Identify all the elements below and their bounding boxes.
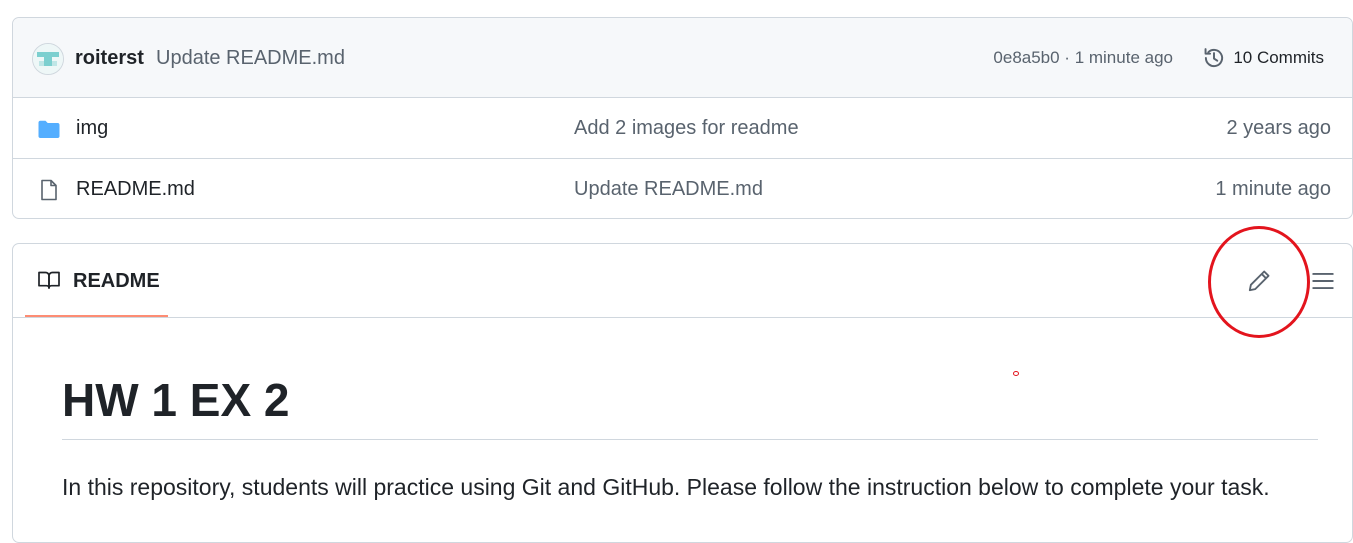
pencil-edit-icon[interactable] [1246,268,1272,294]
avatar[interactable] [32,43,64,75]
file-commit-message-link[interactable]: Update README.md [574,178,763,201]
readme-header: README [13,244,1352,318]
outline-list-icon[interactable] [1310,268,1336,294]
file-name-link[interactable]: img [76,117,108,140]
file-age: 1 minute ago [1215,178,1331,200]
file-age: 2 years ago [1226,117,1331,139]
file-commit-message-link[interactable]: Add 2 images for readme [574,117,799,140]
tab-readme[interactable]: README [25,244,168,317]
folder-icon [38,120,60,138]
commits-history-link[interactable]: 10 Commits [1201,42,1324,74]
readme-heading: HW 1 EX 2 [62,374,290,426]
table-row[interactable]: README.md Update README.md 1 minute ago [13,158,1352,219]
commit-hash-time[interactable]: 0e8a5b0 · 1 minute ago [993,48,1173,68]
book-icon [38,271,60,289]
commit-message-link[interactable]: Update README.md [156,47,345,70]
readme-paragraph: In this repository, students will practi… [62,474,1270,500]
file-icon [41,179,57,201]
file-name-link[interactable]: README.md [76,178,195,201]
annotation-dot [1013,371,1019,376]
history-icon [1204,48,1224,68]
table-row[interactable]: img Add 2 images for readme 2 years ago [13,98,1352,158]
readme-panel: README HW 1 EX 2 In this repository, stu… [12,243,1353,543]
heading-divider [62,439,1318,440]
latest-commit-bar: roiterst Update README.md 0e8a5b0 · 1 mi… [13,18,1352,98]
readme-tab-label: README [73,270,160,292]
commit-author-link[interactable]: roiterst [75,47,144,70]
commits-count-label: 10 Commits [1233,48,1324,67]
file-browser: roiterst Update README.md 0e8a5b0 · 1 mi… [12,17,1353,219]
